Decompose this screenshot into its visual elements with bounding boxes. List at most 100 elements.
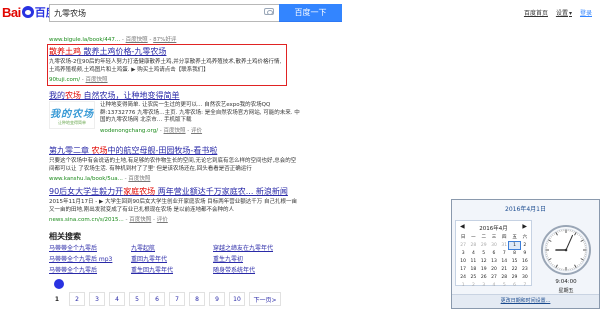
title-part: 90后女大学生毅力开 xyxy=(49,187,124,196)
result-url[interactable]: www.bigule.la/book/447... xyxy=(49,37,120,43)
calendar-day[interactable]: 3 xyxy=(479,282,489,289)
related-search-link[interactable]: 马蒂蒂全个九零后 xyxy=(49,243,131,252)
calendar-day[interactable]: 3 xyxy=(458,250,468,257)
settings-label: 设置 xyxy=(555,10,568,17)
calendar-day[interactable]: 29 xyxy=(479,242,489,249)
page-link[interactable]: 7 xyxy=(169,292,185,306)
time-display: 9:04:00 xyxy=(555,279,577,285)
calendar-day[interactable]: 17 xyxy=(458,266,468,273)
calendar-day[interactable]: 15 xyxy=(509,258,519,265)
result-url[interactable]: wodenongchang.org/ xyxy=(100,128,158,134)
calendar-day[interactable]: 18 xyxy=(468,266,478,273)
page-link[interactable]: 2 xyxy=(69,292,85,306)
calendar-weekday-header: 日 xyxy=(460,235,466,240)
settings-link[interactable]: 设置▾ xyxy=(556,8,572,17)
result-title[interactable]: 90后女大学生毅力开家庭农场 两年营业额达千万家庭农... 新浪新闻 xyxy=(49,186,299,197)
calendar-day[interactable]: 28 xyxy=(499,274,509,281)
result-description: 让种地变得简单. 让农民一生过的更可以… 自然农艺expo我的农场QQ群:137… xyxy=(100,102,300,123)
related-search-link[interactable]: 马蒂蒂全个九零后 mp3 xyxy=(49,254,131,263)
search-input[interactable]: 九零农场 xyxy=(49,4,279,22)
title-part: 我的 xyxy=(49,91,65,100)
related-search-link[interactable]: 重回九零年代 xyxy=(131,254,213,263)
page-link[interactable]: 4 xyxy=(109,292,125,306)
date-title[interactable]: 2016年4月1日 xyxy=(452,204,599,213)
calendar-day[interactable]: 22 xyxy=(509,266,519,273)
related-search-link[interactable]: 九零起航 xyxy=(131,243,213,252)
related-search-link[interactable]: 随身带系统年代 xyxy=(213,265,323,274)
rating-link[interactable]: 87%好评 xyxy=(153,37,176,43)
calendar: ◀ 2016年4月 ▶ 日一二三四五六 27 28 29 30 31 1 2 3 4 5 6 7 8 9 10… xyxy=(455,220,532,289)
calendar-day[interactable]: 25 xyxy=(468,274,478,281)
camera-icon[interactable] xyxy=(264,8,274,15)
calendar-day[interactable]: 5 xyxy=(479,250,489,257)
calendar-day[interactable]: 9 xyxy=(520,250,530,257)
calendar-day[interactable]: 2 xyxy=(468,282,478,289)
next-month-icon[interactable]: ▶ xyxy=(522,223,527,230)
calendar-day[interactable]: 10 xyxy=(458,258,468,265)
calendar-day[interactable]: 19 xyxy=(479,266,489,273)
calendar-day[interactable]: 4 xyxy=(468,250,478,257)
analog-clock xyxy=(541,225,591,275)
snapshot-link[interactable]: 百度快照 xyxy=(129,217,151,223)
calendar-day[interactable]: 21 xyxy=(499,266,509,273)
calendar-day[interactable]: 1 xyxy=(458,282,468,289)
calendar-day[interactable]: 24 xyxy=(458,274,468,281)
page-link[interactable]: 5 xyxy=(129,292,145,306)
calendar-day[interactable]: 29 xyxy=(509,274,519,281)
calendar-month[interactable]: 2016年4月 xyxy=(456,224,531,232)
calendar-day[interactable]: 6 xyxy=(489,250,499,257)
chevron-down-icon: ▾ xyxy=(568,10,572,17)
calendar-weekday-header: 三 xyxy=(491,235,497,240)
calendar-day[interactable]: 14 xyxy=(499,258,509,265)
page-link[interactable]: 9 xyxy=(209,292,225,306)
calendar-day[interactable]: 23 xyxy=(520,266,530,273)
page-link[interactable]: 10 xyxy=(229,292,245,306)
related-search-link[interactable]: 穿越之缔友在九零年代 xyxy=(213,243,323,252)
calendar-day[interactable]: 31 xyxy=(499,242,509,249)
calendar-day[interactable]: 20 xyxy=(489,266,499,273)
change-datetime-link[interactable]: 更改日期和时间设置... xyxy=(452,294,599,308)
page-link[interactable]: 3 xyxy=(89,292,105,306)
snapshot-link[interactable]: 百度快照 xyxy=(164,128,186,134)
calendar-day[interactable]: 4 xyxy=(489,282,499,289)
rating-link[interactable]: 评价 xyxy=(191,128,202,134)
calendar-day[interactable]: 7 xyxy=(520,282,530,289)
search-result: 90后女大学生毅力开家庭农场 两年营业额达千万家庭农... 新浪新闻 2015年… xyxy=(49,186,299,223)
login-link[interactable]: 登录 xyxy=(580,8,592,17)
result-url-top: www.bigule.la/book/447... - 百度快照 - 87%好评 xyxy=(49,35,176,43)
calendar-day[interactable]: 16 xyxy=(520,258,530,265)
search-button[interactable]: 百度一下 xyxy=(279,4,342,22)
weekday-display: 星期五 xyxy=(558,288,574,294)
snapshot-link[interactable]: 百度快照 xyxy=(126,37,148,43)
calendar-day[interactable]: 6 xyxy=(509,282,519,289)
rating-link[interactable]: 评价 xyxy=(157,217,168,223)
calendar-day[interactable]: 27 xyxy=(458,242,468,249)
page-link[interactable]: 6 xyxy=(149,292,165,306)
result-url[interactable]: news.sina.com.cn/s/2015... xyxy=(49,217,124,223)
result-url[interactable]: www.kanshu.la/book/5ua... xyxy=(49,176,123,182)
snapshot-link[interactable]: 百度快照 xyxy=(128,176,150,182)
result-title[interactable]: 我的农场 自然农场，让种地变得简单 xyxy=(49,90,299,101)
calendar-day[interactable]: 26 xyxy=(479,274,489,281)
calendar-day[interactable]: 30 xyxy=(489,242,499,249)
calendar-day[interactable]: 2 xyxy=(520,242,530,249)
page-link[interactable]: 8 xyxy=(189,292,205,306)
calendar-day[interactable]: 11 xyxy=(468,258,478,265)
related-search-link[interactable]: 马蒂蒂全个九零后 xyxy=(49,265,131,274)
calendar-day[interactable]: 27 xyxy=(489,274,499,281)
title-highlight: 农场 xyxy=(65,91,81,100)
related-search-link[interactable]: 重生回九零年代 xyxy=(131,265,213,274)
home-link[interactable]: 百度首页 xyxy=(524,8,548,17)
calendar-day[interactable]: 12 xyxy=(479,258,489,265)
next-page-button[interactable]: 下一页> xyxy=(249,292,281,306)
calendar-day[interactable]: 5 xyxy=(499,282,509,289)
calendar-day[interactable]: 13 xyxy=(489,258,499,265)
calendar-day[interactable]: 8 xyxy=(509,250,519,257)
related-search-link[interactable]: 重生九零初 xyxy=(213,254,323,263)
calendar-day[interactable]: 1 xyxy=(508,241,521,250)
calendar-day[interactable]: 28 xyxy=(468,242,478,249)
result-thumbnail[interactable]: 我的农场 让种地变得简单 xyxy=(49,101,95,129)
calendar-day[interactable]: 30 xyxy=(520,274,530,281)
calendar-day[interactable]: 7 xyxy=(499,250,509,257)
result-title[interactable]: 第九零二章 农场中的航空母舰-田园牧场-看书啦 xyxy=(49,145,299,156)
